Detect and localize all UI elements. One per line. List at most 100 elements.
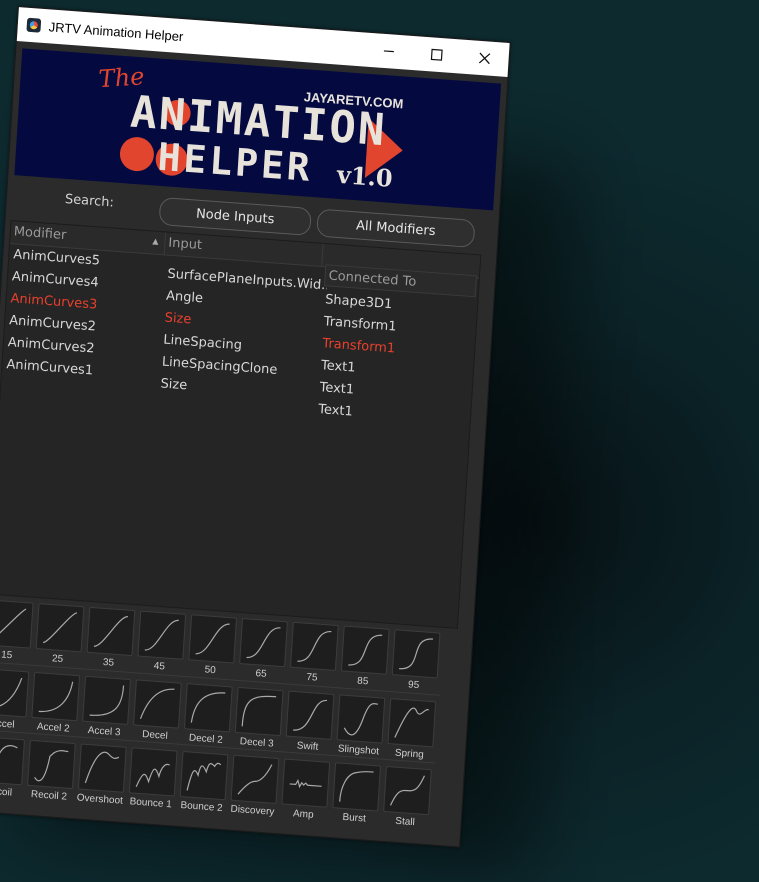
preset-tile[interactable]: 35 — [83, 606, 138, 671]
modifier-header-label: Modifier — [13, 224, 67, 244]
preset-tile[interactable]: Bounce 1 — [125, 747, 180, 811]
curve-preset-button[interactable] — [183, 683, 233, 733]
preset-tile[interactable]: Accel 2 — [27, 671, 82, 736]
preset-label: 65 — [255, 668, 267, 680]
preset-label: 75 — [306, 671, 318, 684]
preset-tile[interactable]: Slingshot — [333, 694, 388, 758]
preset-tile[interactable]: Decel — [129, 679, 184, 743]
curve-icon — [296, 630, 331, 662]
curve-icon — [389, 775, 425, 806]
input-column: SurfacePlaneInputs.Wid... Angle Size LineSp… — [160, 267, 327, 410]
preset-tile[interactable]: Decel 3 — [231, 686, 286, 751]
curve-preset-button[interactable] — [30, 671, 80, 722]
preset-label: 45 — [153, 660, 166, 673]
preset-label: Bounce 2 — [180, 800, 223, 815]
curve-icon — [139, 688, 174, 720]
curve-preset-button[interactable] — [0, 668, 29, 718]
preset-label: 50 — [204, 664, 217, 677]
curve-preset-button[interactable] — [187, 614, 237, 664]
preset-tile[interactable]: 25 — [32, 603, 87, 667]
curve-preset-button[interactable] — [136, 610, 186, 660]
preset-tile[interactable]: 85 — [337, 625, 392, 689]
preset-label: 95 — [407, 679, 420, 692]
close-button[interactable] — [460, 40, 510, 77]
curve-preset-button[interactable] — [77, 743, 127, 793]
curve-icon — [343, 703, 378, 736]
preset-tile[interactable]: 75 — [286, 621, 341, 686]
curve-icon — [246, 627, 281, 659]
preset-tile[interactable]: 15 — [0, 599, 36, 663]
preset-tile[interactable]: Decel 2 — [180, 683, 235, 747]
curve-preset-button[interactable] — [280, 758, 330, 808]
curve-preset-button[interactable] — [289, 621, 339, 671]
connected-column: Shape3D1 Transform1 Transform1 Text1 Text1 Te… — [317, 292, 475, 435]
curve-preset-button[interactable] — [0, 736, 25, 786]
preset-tile[interactable]: Recoil 2 — [23, 739, 78, 804]
preset-tile[interactable]: 95 — [388, 629, 443, 693]
curve-icon — [0, 608, 26, 640]
curve-preset-button[interactable] — [81, 675, 131, 725]
connected-header-label: Connected To — [328, 268, 417, 290]
preset-label: Recoil — [0, 785, 13, 799]
curve-preset-button[interactable] — [386, 698, 436, 748]
curve-preset-button[interactable] — [391, 629, 440, 679]
curve-preset-button[interactable] — [285, 690, 334, 740]
curve-preset-button[interactable] — [35, 603, 84, 653]
preset-tile[interactable]: Bounce 2 — [176, 750, 231, 815]
modifier-tree[interactable]: Modifier ▲ Input Connected To AnimCurves… — [0, 220, 482, 629]
curve-icon — [42, 612, 77, 644]
preset-tile[interactable]: Accel 3 — [78, 675, 133, 739]
curve-preset-button[interactable] — [331, 762, 381, 812]
preset-label: 25 — [51, 653, 64, 666]
preset-tile[interactable]: Burst — [328, 762, 383, 826]
preset-tile[interactable]: Discovery — [227, 754, 282, 819]
curve-preset-button[interactable] — [238, 617, 288, 668]
preset-tile[interactable]: 45 — [134, 610, 189, 674]
preset-tile[interactable]: Stall — [379, 765, 434, 830]
preset-label: Overshoot — [76, 792, 124, 807]
preset-tile[interactable]: Spring — [384, 698, 439, 762]
curve-icon — [38, 681, 73, 712]
curve-icon — [135, 763, 170, 787]
preset-tile[interactable]: Swift — [282, 690, 337, 754]
curve-icon — [195, 623, 230, 655]
curve-icon — [185, 762, 221, 791]
curve-preset-button[interactable] — [86, 606, 135, 657]
preset-label: Burst — [342, 811, 367, 825]
curve-preset-button[interactable] — [234, 686, 284, 737]
banner-version: v1.0 — [336, 159, 394, 193]
curve-preset-button[interactable] — [336, 694, 385, 744]
curve-icon — [33, 750, 68, 782]
curve-icon — [393, 707, 429, 738]
curve-icon — [236, 764, 272, 795]
app-window: JRTV Animation Helper The JAYARETV.COM A… — [0, 6, 511, 848]
preset-tile[interactable]: 65 — [235, 617, 290, 682]
search-label: Search: — [64, 191, 115, 211]
preset-label: Discovery — [230, 803, 275, 818]
preset-tile[interactable]: Amp — [278, 758, 333, 822]
close-icon — [478, 52, 491, 65]
curve-preset-button[interactable] — [340, 625, 390, 675]
curve-preset-button[interactable] — [132, 679, 182, 729]
curve-preset-button[interactable] — [0, 599, 34, 649]
maximize-button[interactable] — [412, 36, 462, 73]
preset-label: 15 — [0, 649, 13, 662]
preset-tile[interactable]: Overshoot — [74, 743, 129, 807]
node-inputs-button[interactable]: Node Inputs — [158, 196, 312, 237]
curve-preset-button[interactable] — [382, 765, 432, 816]
all-modifiers-button[interactable]: All Modifiers — [316, 208, 476, 249]
curve-preset-button[interactable] — [179, 750, 228, 801]
curve-preset-button[interactable] — [26, 739, 76, 790]
preset-tile[interactable]: 50 — [184, 614, 239, 678]
app-icon — [26, 17, 42, 33]
curve-icon — [292, 699, 327, 731]
curve-preset-button[interactable] — [128, 747, 178, 797]
window-title: JRTV Animation Helper — [48, 18, 184, 44]
preset-tile[interactable]: Accel — [0, 668, 31, 732]
curve-icon — [93, 616, 128, 647]
curve-icon — [190, 692, 225, 723]
preset-label: 35 — [102, 656, 115, 669]
curve-icon — [84, 751, 119, 784]
curve-preset-button[interactable] — [230, 754, 279, 804]
minimize-button[interactable] — [364, 33, 414, 70]
